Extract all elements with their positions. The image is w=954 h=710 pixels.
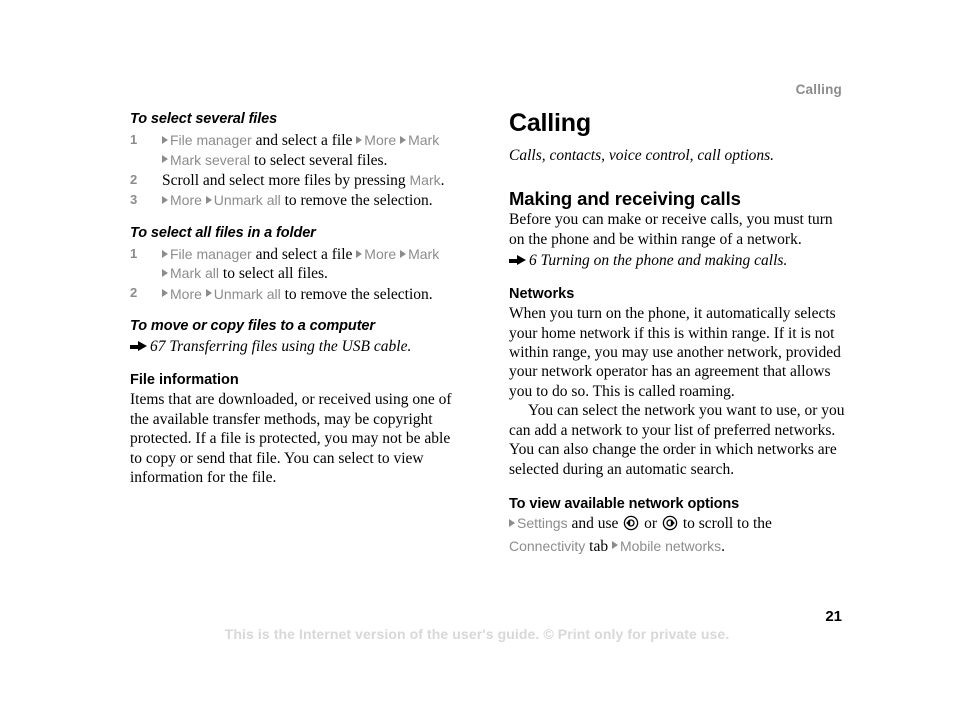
- paragraph-making-receiving-calls: Before you can make or receive calls, yo…: [509, 211, 833, 248]
- nav-triangle-icon: [162, 268, 168, 277]
- nav-triangle-icon: [205, 289, 212, 298]
- nav-triangle-icon: [400, 249, 407, 258]
- nav-triangle-icon: [162, 195, 168, 204]
- step-number: 1: [130, 131, 138, 147]
- chapter-subtitle: Calls, contacts, voice control, call opt…: [509, 146, 775, 164]
- page-number: 21: [825, 608, 842, 625]
- procedure-step-view-network-options: Settings and use or to scroll to the Con…: [509, 514, 849, 556]
- body-text: .: [440, 172, 445, 189]
- ui-term: Mobile networks: [619, 537, 722, 554]
- ui-term: Unmark all: [213, 285, 281, 302]
- body-text: to remove the selection.: [280, 285, 433, 303]
- nav-triangle-icon: [162, 155, 168, 164]
- step-number: 2: [130, 171, 138, 187]
- subheading-file-information: File information: [130, 371, 239, 388]
- ui-term: Settings: [517, 515, 568, 532]
- body-text: Scroll and select more files by pressing: [162, 172, 410, 189]
- step-number: 2: [130, 285, 138, 301]
- nav-triangle-icon: [611, 541, 618, 550]
- step-text: More Unmark all to remove the selection.: [162, 286, 433, 303]
- section-heading-making-receiving-calls: Making and receiving calls: [509, 188, 741, 210]
- subheading-networks: Networks: [509, 285, 575, 302]
- nav-triangle-icon: [205, 195, 212, 204]
- body-text: to remove the selection.: [280, 192, 433, 210]
- nav-triangle-icon: [162, 135, 168, 144]
- paragraph-networks-1: When you turn on the phone, it automatic…: [509, 305, 841, 400]
- steps-select-all-files: 1 File manager and select a file More Ma…: [130, 245, 466, 304]
- body-text: and select a file: [251, 246, 357, 263]
- left-column: To select several files 1 File manager a…: [130, 110, 466, 487]
- procedure-heading-select-all-files: To select all files in a folder: [130, 224, 316, 241]
- ui-term: Mark: [408, 132, 440, 149]
- body-text: to select all files.: [219, 265, 328, 283]
- ui-term: Mark several: [170, 151, 251, 168]
- step-item: 1 File manager and select a file More Ma…: [130, 131, 466, 170]
- ui-term: Mark: [408, 246, 440, 262]
- nav-key-right-icon: [662, 515, 678, 536]
- nav-triangle-icon: [509, 518, 515, 527]
- ui-term: More: [364, 132, 401, 149]
- cross-reference-text: 6 Turning on the phone and making calls.: [529, 252, 788, 270]
- right-column: Calling Calls, contacts, voice control, …: [509, 109, 849, 556]
- steps-select-several-files: 1 File manager and select a file More Ma…: [130, 131, 466, 211]
- cross-reference-text: 67 Transferring files using the USB cabl…: [150, 338, 412, 356]
- step-text: File manager and select a file More Mark: [162, 132, 439, 149]
- step-continuation: Mark all to select all files.: [162, 264, 466, 283]
- ui-term: More: [364, 246, 401, 262]
- document-page: Calling To select several files 1 File m…: [0, 0, 954, 710]
- ui-term: File manager: [170, 132, 252, 149]
- step-item: 2 More Unmark all to remove the selectio…: [130, 285, 466, 304]
- procedure-heading-select-several-files: To select several files: [130, 111, 278, 127]
- cross-reference-arrow-icon: [509, 255, 526, 266]
- ui-term: Mark all: [170, 265, 220, 282]
- nav-triangle-icon: [356, 135, 363, 144]
- nav-triangle-icon: [162, 249, 168, 258]
- body-text: and select a file: [251, 132, 357, 150]
- step-item: 3 More Unmark all to remove the selectio…: [130, 191, 466, 210]
- ui-term: Connectivity: [509, 537, 586, 554]
- cross-reference-turning-on-phone: 6 Turning on the phone and making calls.: [509, 251, 849, 270]
- body-text: .: [721, 537, 725, 555]
- body-text: and use: [567, 515, 623, 533]
- step-continuation: Mark several to select several files.: [162, 151, 466, 170]
- cross-reference-arrow-icon: [130, 341, 147, 352]
- body-text: or: [640, 515, 661, 533]
- nav-triangle-icon: [356, 249, 363, 258]
- running-header: Calling: [795, 82, 842, 97]
- body-text: tab: [585, 537, 612, 555]
- step-text: Scroll and select more files by pressing…: [162, 172, 445, 189]
- procedure-heading-move-copy-files: To move or copy files to a computer: [130, 318, 375, 335]
- step-item: 2 Scroll and select more files by pressi…: [130, 171, 466, 190]
- body-text: to scroll to the: [678, 515, 772, 533]
- paragraph-networks-2: You can select the network you want to u…: [509, 402, 845, 478]
- body-text: to select several files.: [250, 151, 388, 169]
- step-text: More Unmark all to remove the selection.: [162, 192, 433, 209]
- ui-term: Unmark all: [213, 192, 281, 209]
- step-text: File manager and select a file More Mark: [162, 246, 439, 263]
- procedure-heading-view-network-options: To view available network options: [509, 496, 740, 512]
- ui-term: File manager: [170, 246, 252, 262]
- step-number: 1: [130, 245, 138, 261]
- nav-triangle-icon: [400, 135, 407, 144]
- page-title: Calling: [509, 109, 591, 137]
- paragraph-file-information: Items that are downloaded, or received u…: [130, 391, 452, 487]
- nav-key-left-icon: [623, 515, 639, 536]
- ui-term: More: [170, 285, 206, 302]
- ui-term: Mark: [409, 172, 441, 188]
- footer-note: This is the Internet version of the user…: [224, 626, 730, 642]
- ui-term: More: [170, 192, 206, 209]
- cross-reference-usb-cable: 67 Transferring files using the USB cabl…: [130, 337, 466, 356]
- step-item: 1 File manager and select a file More Ma…: [130, 245, 466, 284]
- nav-triangle-icon: [162, 289, 168, 298]
- step-number: 3: [130, 191, 138, 207]
